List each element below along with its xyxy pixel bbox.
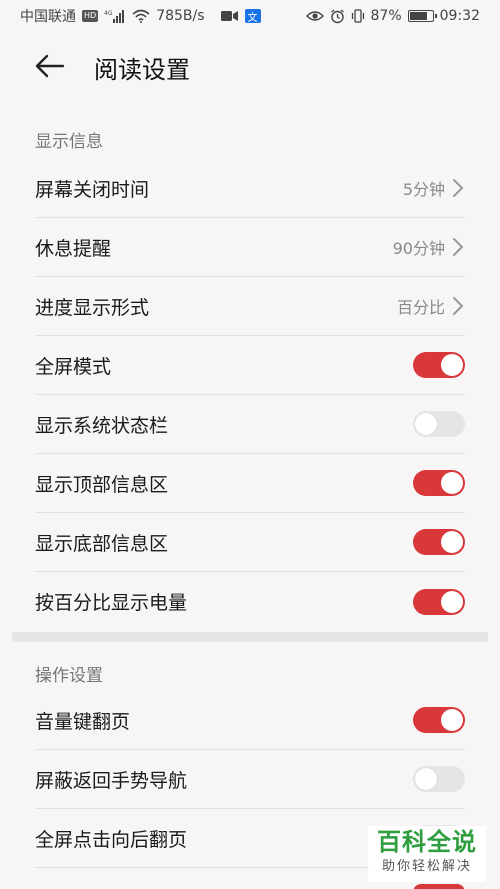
toggle-knob — [415, 768, 437, 790]
setting-row-volume-key-paging: 音量键翻页 — [35, 691, 465, 750]
watermark-logo: 百科全说 助你轻松解决 — [368, 826, 486, 882]
show-status-bar-toggle[interactable] — [413, 411, 465, 437]
toggle-knob — [441, 531, 463, 553]
setting-label: 音量键翻页 — [35, 710, 131, 733]
arrow-left-icon — [35, 54, 65, 78]
watermark-main-text: 百科全说 — [377, 828, 477, 856]
battery-percent-toggle[interactable] — [413, 588, 465, 615]
setting-label: 显示顶部信息区 — [35, 473, 169, 496]
translate-icon: 文 — [244, 9, 261, 24]
setting-label: 全屏模式 — [35, 355, 112, 378]
section-title-operation: 操作设置 — [35, 666, 103, 686]
show-bottom-info-toggle[interactable] — [413, 529, 465, 555]
page-title: 阅读设置 — [94, 56, 190, 84]
toggle-knob — [441, 590, 463, 613]
block-back-gesture-toggle[interactable] — [413, 766, 465, 792]
setting-value-group: 百分比 — [397, 294, 465, 318]
watermark-sub-text: 助你轻松解决 — [381, 859, 472, 874]
back-button[interactable] — [30, 46, 70, 86]
setting-row-rest-reminder[interactable]: 休息提醒 90分钟 — [35, 218, 465, 277]
setting-row-show-bottom-info: 显示底部信息区 — [35, 513, 465, 572]
battery-icon — [407, 10, 437, 22]
chevron-right-icon — [453, 297, 464, 315]
status-bar-right: 87% 09:32 — [305, 8, 480, 24]
setting-row-show-status-bar: 显示系统状态栏 — [35, 395, 465, 454]
setting-value: 5分钟 — [402, 180, 445, 199]
page-header: 阅读设置 — [0, 32, 500, 100]
setting-row-battery-percent: 按百分比显示电量 — [35, 572, 465, 631]
alarm-icon — [330, 8, 345, 24]
setting-label: 屏幕关闭时间 — [35, 178, 150, 201]
network-type-label: 4G — [104, 10, 113, 17]
hd-icon: HD — [82, 10, 99, 22]
setting-row-show-top-info: 显示顶部信息区 — [35, 454, 465, 513]
section-title-display-info: 显示信息 — [35, 132, 103, 152]
setting-label: 进度显示形式 — [35, 296, 150, 319]
setting-row-screen-off-time[interactable]: 屏幕关闭时间 5分钟 — [35, 159, 465, 218]
wifi-icon — [132, 9, 150, 23]
eye-icon — [305, 10, 324, 22]
battery-percent: 87% — [370, 8, 402, 24]
toggle-knob — [441, 709, 463, 731]
setting-label: 按百分比显示电量 — [35, 592, 188, 614]
setting-row-block-back-gesture: 屏蔽返回手势导航 — [35, 750, 465, 809]
fullscreen-mode-toggle[interactable] — [413, 352, 465, 378]
vibrate-icon — [351, 9, 365, 23]
setting-row-progress-format[interactable]: 进度显示形式 百分比 — [35, 277, 465, 336]
clock-time: 09:32 — [439, 8, 480, 24]
status-bar: 中国联通 HD 4G 785B/s 文 87% 09:32 — [0, 0, 500, 32]
setting-label: 显示底部信息区 — [35, 532, 169, 555]
chevron-right-icon — [453, 179, 464, 197]
battery-fill — [409, 12, 428, 20]
video-camera-icon — [220, 10, 239, 22]
partial-toggle-below-fold — [413, 884, 465, 889]
setting-value: 90分钟 — [392, 239, 445, 258]
network-speed: 785B/s — [156, 8, 205, 24]
signal-icon: 4G — [104, 9, 126, 23]
status-bar-left: 中国联通 HD 4G 785B/s 文 — [20, 6, 261, 26]
volume-key-paging-toggle[interactable] — [413, 707, 465, 733]
setting-label: 屏蔽返回手势导航 — [35, 769, 188, 792]
section-divider — [12, 632, 488, 642]
setting-value: 百分比 — [396, 298, 445, 317]
setting-label: 全屏点击向后翻页 — [35, 828, 188, 851]
setting-row-fullscreen-mode: 全屏模式 — [35, 336, 465, 395]
setting-label: 显示系统状态栏 — [35, 414, 169, 437]
chevron-right-icon — [453, 238, 464, 256]
show-top-info-toggle[interactable] — [413, 470, 465, 496]
toggle-knob — [441, 354, 463, 376]
setting-label: 休息提醒 — [35, 237, 112, 260]
toggle-knob — [415, 413, 437, 435]
setting-value-group: 5分钟 — [403, 176, 465, 200]
toggle-knob — [441, 472, 463, 494]
setting-value-group: 90分钟 — [393, 235, 465, 259]
carrier-name: 中国联通 — [20, 9, 76, 25]
